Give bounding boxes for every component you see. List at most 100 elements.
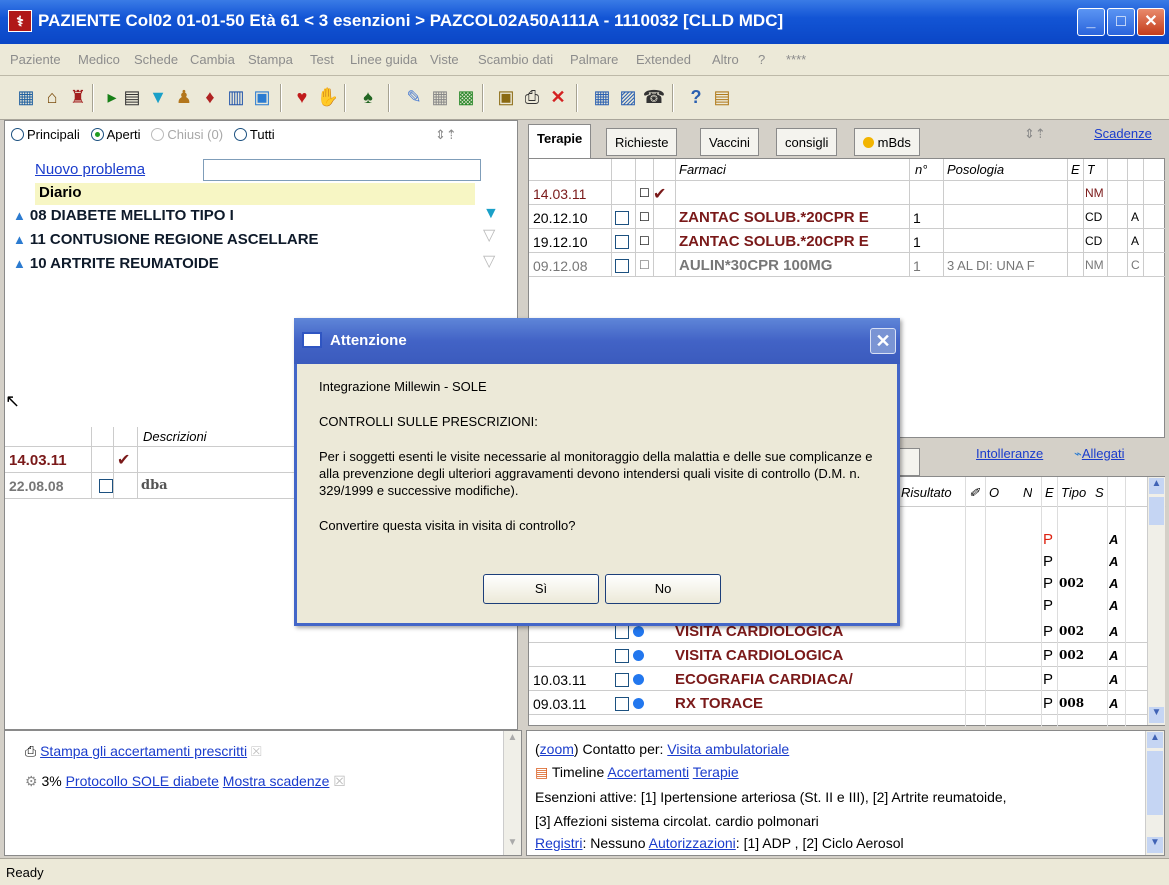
hand-icon[interactable]: ✋ — [316, 84, 340, 110]
scroll-down-icon[interactable]: ▼ — [1147, 837, 1163, 853]
image-icon[interactable]: ▩ — [454, 84, 478, 110]
edit-chart-icon[interactable]: ▨ — [616, 84, 640, 110]
scroll-down-icon[interactable]: ▼ — [1149, 707, 1164, 723]
scroll-up-icon[interactable]: ▲ — [1149, 478, 1164, 494]
keyboard-icon[interactable]: ▦ — [590, 84, 614, 110]
intolleranze-link[interactable]: Intolleranze — [976, 446, 1043, 461]
dialog-close-icon[interactable]: ✕ — [870, 328, 896, 354]
checkbox[interactable] — [99, 479, 113, 493]
filter-icon[interactable]: ▽ — [483, 225, 495, 245]
money-bag-icon[interactable]: ♠ — [356, 84, 380, 110]
checkbox-small-icon[interactable]: ☐ — [639, 210, 650, 224]
diario-row[interactable]: Diario — [35, 183, 475, 205]
calculator-icon[interactable]: ▦ — [14, 84, 38, 110]
no-button[interactable]: No — [605, 574, 721, 604]
mostra-scadenze-link[interactable]: Mostra scadenze — [223, 773, 330, 789]
therapy-row[interactable]: 20.12.10 ☐ ZANTAC SOLUB.*20CPR E 1 CD A — [529, 207, 1166, 229]
scadenze-link[interactable]: Scadenze — [1094, 126, 1152, 141]
request-row[interactable]: 10.03.11 ECOGRAFIA CARDIACA/ P A — [529, 669, 1149, 691]
yes-button[interactable]: Sì — [483, 574, 599, 604]
filter-icon[interactable]: ▽ — [483, 251, 495, 271]
scroll-up-icon[interactable]: ▲ — [1147, 732, 1163, 748]
contatto-link[interactable]: Visita ambulatoriale — [667, 741, 789, 757]
checkbox[interactable] — [615, 259, 629, 273]
building-icon[interactable]: ⌂ — [40, 84, 64, 110]
checkbox[interactable] — [615, 697, 629, 711]
therapy-row[interactable]: 19.12.10 ☐ ZANTAC SOLUB.*20CPR E 1 CD A — [529, 231, 1166, 253]
users-icon[interactable]: ♟ — [172, 84, 196, 110]
checkbox[interactable] — [615, 211, 629, 225]
zoom-link[interactable]: zoom — [540, 741, 574, 757]
problem-item[interactable]: ▲ 10 ARTRITE REUMATOIDE — [13, 255, 219, 272]
menu-linee-guida[interactable]: Linee guida — [350, 52, 417, 67]
printer-icon[interactable]: ♜ — [66, 84, 90, 110]
request-row[interactable]: VISITA CARDIOLOGICA P 002 A — [529, 645, 1149, 667]
therapy-row[interactable]: 09.12.08 ☐ AULIN*30CPR 100MG 1 3 AL DI: … — [529, 255, 1166, 277]
chart-icon[interactable]: ▥ — [224, 84, 248, 110]
bottle-icon[interactable]: ♦ — [198, 84, 222, 110]
delete-icon[interactable]: ✕ — [546, 84, 570, 110]
collapse-icon[interactable]: ⇕⇡ — [435, 127, 457, 143]
book-icon[interactable]: ▤ — [710, 84, 734, 110]
stampa-link[interactable]: Stampa gli accertamenti prescritti — [40, 743, 247, 759]
problem-item[interactable]: ▲ 11 CONTUSIONE REGIONE ASCELLARE — [13, 231, 319, 248]
tab-terapie[interactable]: Terapie — [528, 124, 592, 158]
scroll-thumb[interactable] — [1147, 751, 1163, 815]
scroll-up-icon[interactable]: ▲ — [505, 732, 520, 748]
terapie-link[interactable]: Terapie — [693, 764, 739, 780]
pen-icon[interactable]: ✎ — [402, 84, 426, 110]
menu-viste[interactable]: Viste — [430, 52, 459, 67]
menu-paziente[interactable]: Paziente — [10, 52, 61, 67]
scroll-down-icon[interactable]: ▼ — [505, 837, 520, 853]
phone-icon[interactable]: ☎ — [642, 84, 666, 110]
allegati-link[interactable]: ⌁Allegati — [1074, 446, 1124, 462]
close-button[interactable]: ✕ — [1137, 8, 1165, 36]
filter-aperti[interactable]: Aperti — [90, 127, 141, 142]
close-small-icon[interactable]: ☒ — [333, 773, 346, 789]
menu-help[interactable]: ? — [758, 52, 765, 67]
tab-richieste[interactable]: Richieste — [606, 128, 678, 156]
menu-medico[interactable]: Medico — [78, 52, 120, 67]
nuovo-problema-link[interactable]: Nuovo problema — [35, 161, 145, 178]
close-small-icon[interactable]: ☒ — [251, 743, 262, 759]
menu-stampa[interactable]: Stampa — [248, 52, 293, 67]
checkbox[interactable] — [615, 649, 629, 663]
maximize-button[interactable]: □ — [1107, 8, 1135, 36]
tab-mbds[interactable]: mBds — [854, 128, 920, 156]
problem-item[interactable]: ▲ 08 DIABETE MELLITO TIPO I — [13, 207, 234, 224]
menu-palmare[interactable]: Palmare — [570, 52, 618, 67]
scrollbar[interactable]: ▲ ▼ — [503, 731, 521, 855]
nuovo-problema-input[interactable] — [203, 159, 481, 181]
checkbox[interactable] — [615, 673, 629, 687]
help-icon[interactable]: ? — [684, 84, 708, 110]
filter-principali[interactable]: Principali — [11, 127, 80, 142]
filter-tutti[interactable]: Tutti — [233, 127, 275, 142]
request-row[interactable]: 09.03.11 RX TORACE P 008 A — [529, 693, 1149, 715]
checkbox[interactable] — [615, 235, 629, 249]
menu-altro[interactable]: Altro — [712, 52, 739, 67]
menu-stars[interactable]: **** — [786, 52, 806, 67]
menu-scambio-dati[interactable]: Scambio dati — [478, 52, 553, 67]
accertamenti-link[interactable]: Accertamenti — [607, 764, 689, 780]
grid-icon[interactable]: ▦ — [428, 84, 452, 110]
checkbox-small-icon[interactable]: ☐ — [639, 258, 650, 272]
collapse-icon[interactable]: ⇕⇡ — [1024, 126, 1046, 142]
protocollo-link[interactable]: Protocollo SOLE diabete — [66, 773, 219, 789]
calendar-icon[interactable]: ▣ — [250, 84, 274, 110]
registri-link[interactable]: Registri — [535, 835, 582, 851]
document-icon[interactable]: ▤ — [120, 84, 144, 110]
menu-schede[interactable]: Schede — [134, 52, 178, 67]
menu-extended[interactable]: Extended — [636, 52, 691, 67]
tab-vaccini[interactable]: Vaccini — [700, 128, 759, 156]
filter-icon[interactable]: ▼ — [146, 84, 170, 110]
checkbox[interactable] — [615, 625, 629, 639]
paste-icon[interactable]: ▣ — [494, 84, 518, 110]
checkbox-small-icon[interactable]: ☐ — [639, 234, 650, 248]
therapy-row[interactable]: 14.03.11 ☐ ✔ NM — [529, 183, 1166, 205]
minimize-button[interactable]: _ — [1077, 8, 1105, 36]
autorizzazioni-link[interactable]: Autorizzazioni — [649, 835, 736, 851]
scroll-thumb[interactable] — [1149, 497, 1164, 525]
menu-test[interactable]: Test — [310, 52, 334, 67]
tab-consigli[interactable]: consigli — [776, 128, 838, 156]
scrollbar[interactable]: ▲ ▼ — [1147, 477, 1165, 725]
